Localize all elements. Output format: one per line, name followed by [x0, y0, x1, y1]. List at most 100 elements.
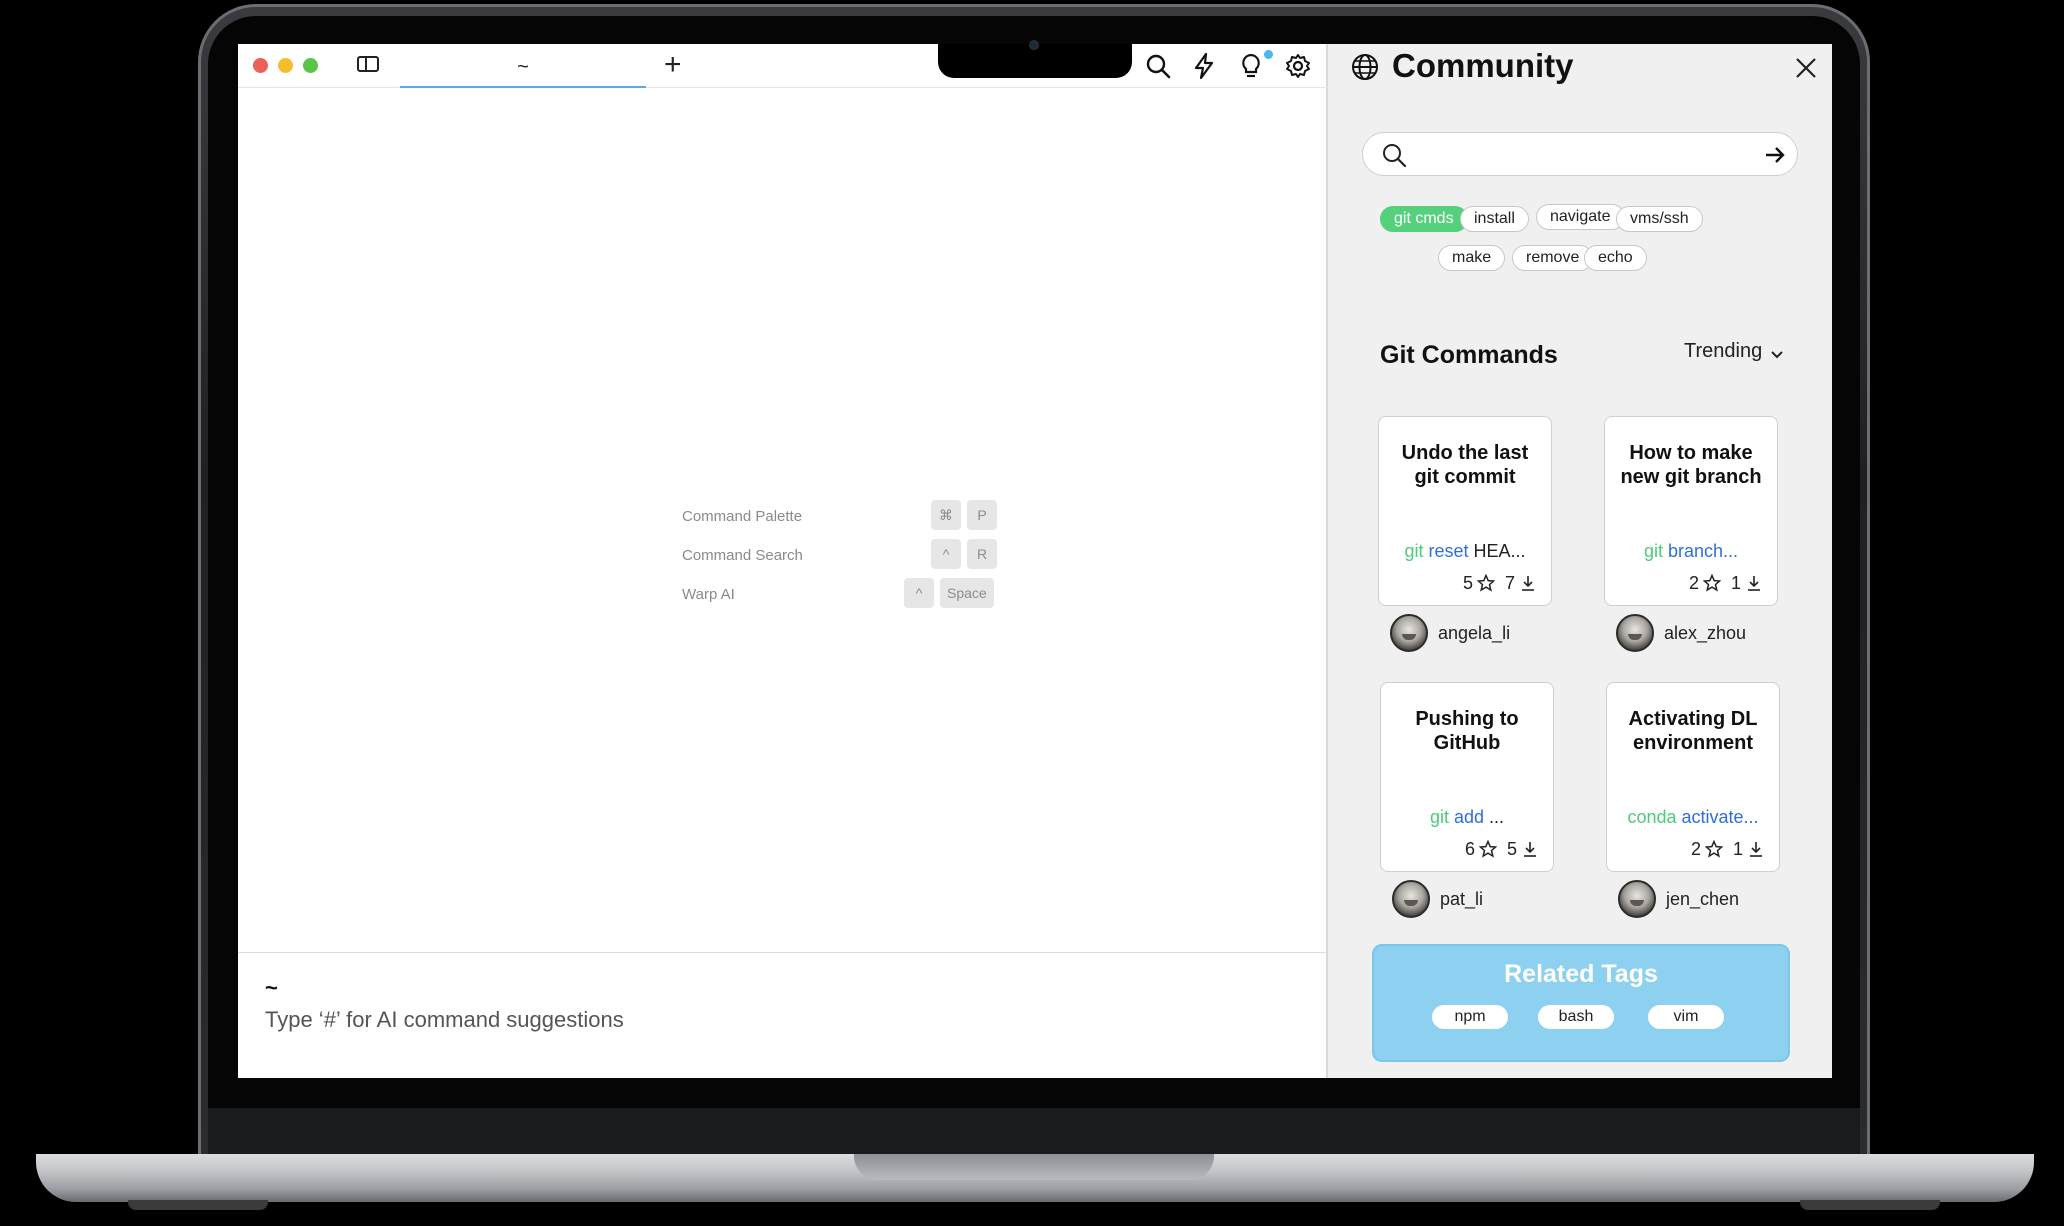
- command-card[interactable]: Activating DL environment conda activate…: [1606, 682, 1780, 872]
- card-command-preview: git add ...: [1391, 807, 1543, 828]
- community-panel: Community git cmds install navigate vms/…: [1328, 44, 1832, 1078]
- new-tab-button[interactable]: +: [664, 50, 682, 80]
- notification-dot: [1264, 50, 1273, 59]
- author-name: alex_zhou: [1664, 623, 1747, 643]
- related-tags-title: Related Tags: [1504, 960, 1658, 988]
- shortcut-command-search[interactable]: Command Search ^ R: [682, 539, 1002, 578]
- tag-make[interactable]: make: [1438, 245, 1506, 271]
- download-count: 1: [1730, 573, 1741, 593]
- sort-label: Trending: [1684, 340, 1763, 362]
- download-icon[interactable]: [1747, 840, 1765, 858]
- community-search-bar: [1362, 132, 1798, 176]
- cmd-token: git: [1643, 541, 1663, 561]
- zoom-window-button[interactable]: [303, 58, 318, 73]
- gear-icon[interactable]: [1284, 52, 1312, 80]
- card-title: How to make new git branch: [1620, 442, 1762, 488]
- tag-echo[interactable]: echo: [1584, 245, 1647, 271]
- shortcut-command-palette[interactable]: Command Palette ⌘ P: [682, 500, 1002, 539]
- star-icon[interactable]: [1702, 573, 1722, 592]
- card-title: Activating DL environment: [1628, 708, 1758, 754]
- command-card[interactable]: How to make new git branch git branch...…: [1604, 416, 1778, 606]
- command-card[interactable]: Pushing to GitHub git add ... 65: [1380, 682, 1554, 872]
- prompt-directory: ~: [265, 975, 278, 1000]
- prompt-hint[interactable]: Type ‘#’ for AI command suggestions: [265, 1007, 624, 1033]
- author-name: jen_chen: [1666, 889, 1740, 909]
- card-stats: 21: [1689, 573, 1763, 594]
- key-cap: Space: [940, 578, 994, 608]
- download-count: 5: [1506, 839, 1517, 859]
- tag-remove[interactable]: remove: [1512, 245, 1594, 271]
- tag-navigate[interactable]: navigate: [1536, 204, 1625, 230]
- cmd-token: git: [1429, 807, 1449, 827]
- lightning-icon[interactable]: [1190, 52, 1218, 80]
- globe-icon: [1350, 52, 1380, 82]
- cmd-token: HEA...: [1473, 541, 1526, 561]
- close-icon[interactable]: [1794, 56, 1818, 80]
- command-input-area[interactable]: ~ Type ‘#’ for AI command suggestions: [238, 952, 1328, 1078]
- related-tags-box: Related Tags npm bash vim: [1372, 944, 1790, 1062]
- shortcut-list: Command Palette ⌘ P Command Search ^ R W…: [682, 500, 1002, 617]
- star-icon[interactable]: [1476, 573, 1496, 592]
- arrow-right-icon[interactable]: [1763, 143, 1787, 167]
- card-title: Undo the last git commit: [1401, 442, 1529, 488]
- avatar: [1392, 880, 1430, 918]
- screen: ~ + Command Palette ⌘ P Command Search ^…: [238, 44, 1832, 1078]
- download-icon[interactable]: [1519, 574, 1537, 592]
- star-count: 6: [1464, 839, 1475, 859]
- download-icon[interactable]: [1521, 840, 1539, 858]
- author-name: pat_li: [1440, 889, 1484, 909]
- cmd-token: conda: [1627, 807, 1677, 827]
- section-title: Git Commands: [1380, 341, 1558, 369]
- card-stats: 65: [1465, 839, 1539, 860]
- card-command-preview: git reset HEA...: [1389, 541, 1541, 562]
- tab-bar: ~ +: [238, 44, 1328, 88]
- shortcut-label: Command Search: [682, 547, 803, 564]
- command-card[interactable]: Undo the last git commit git reset HEA..…: [1378, 416, 1552, 606]
- key-cap: ^: [904, 578, 934, 608]
- key-cap: ⌘: [931, 500, 961, 530]
- avatar: [1616, 614, 1654, 652]
- avatar: [1390, 614, 1428, 652]
- shortcut-label: Warp AI: [682, 586, 735, 603]
- cmd-token: reset: [1428, 541, 1469, 561]
- laptop-base-notch: [854, 1154, 1214, 1180]
- sort-dropdown[interactable]: Trending: [1684, 340, 1784, 363]
- card-command-preview: conda activate...: [1617, 807, 1769, 828]
- related-tag-vim[interactable]: vim: [1648, 1005, 1724, 1029]
- related-tag-bash[interactable]: bash: [1538, 1005, 1614, 1029]
- star-count: 2: [1690, 839, 1701, 859]
- close-window-button[interactable]: [253, 58, 268, 73]
- lightbulb-icon[interactable]: [1237, 52, 1265, 80]
- tag-install[interactable]: install: [1460, 206, 1529, 232]
- panel-title: Community: [1392, 47, 1574, 84]
- star-icon[interactable]: [1478, 839, 1498, 858]
- search-icon: [1381, 142, 1407, 168]
- sidebar-toggle-icon[interactable]: [356, 55, 380, 73]
- shortcut-warp-ai[interactable]: Warp AI ^ Space: [682, 578, 1002, 617]
- star-icon[interactable]: [1704, 839, 1724, 858]
- cmd-token: git: [1404, 541, 1424, 561]
- key-cap: P: [967, 500, 997, 530]
- related-tag-npm[interactable]: npm: [1432, 1005, 1508, 1029]
- chevron-down-icon: [1770, 345, 1784, 359]
- community-search-input[interactable]: [1419, 141, 1729, 169]
- card-title: Pushing to GitHub: [1415, 708, 1519, 754]
- cmd-token: add: [1453, 807, 1485, 827]
- cmd-token: ...: [1489, 807, 1505, 827]
- cmd-token: branch...: [1667, 541, 1739, 561]
- download-count: 7: [1504, 573, 1515, 593]
- tag-git-cmds[interactable]: git cmds: [1380, 206, 1468, 232]
- cmd-token: activate...: [1681, 807, 1759, 827]
- tab-label: ~: [517, 56, 529, 78]
- shortcut-label: Command Palette: [682, 508, 803, 525]
- laptop-foot-right: [1800, 1200, 1940, 1210]
- tab-home[interactable]: ~: [400, 44, 646, 88]
- laptop-foot-left: [128, 1200, 268, 1210]
- search-icon[interactable]: [1144, 52, 1172, 80]
- card-stats: 57: [1463, 573, 1537, 594]
- download-icon[interactable]: [1745, 574, 1763, 592]
- key-cap: ^: [931, 539, 961, 569]
- camera-icon: [1029, 40, 1039, 50]
- minimize-window-button[interactable]: [278, 58, 293, 73]
- tag-vms-ssh[interactable]: vms/ssh: [1616, 206, 1703, 232]
